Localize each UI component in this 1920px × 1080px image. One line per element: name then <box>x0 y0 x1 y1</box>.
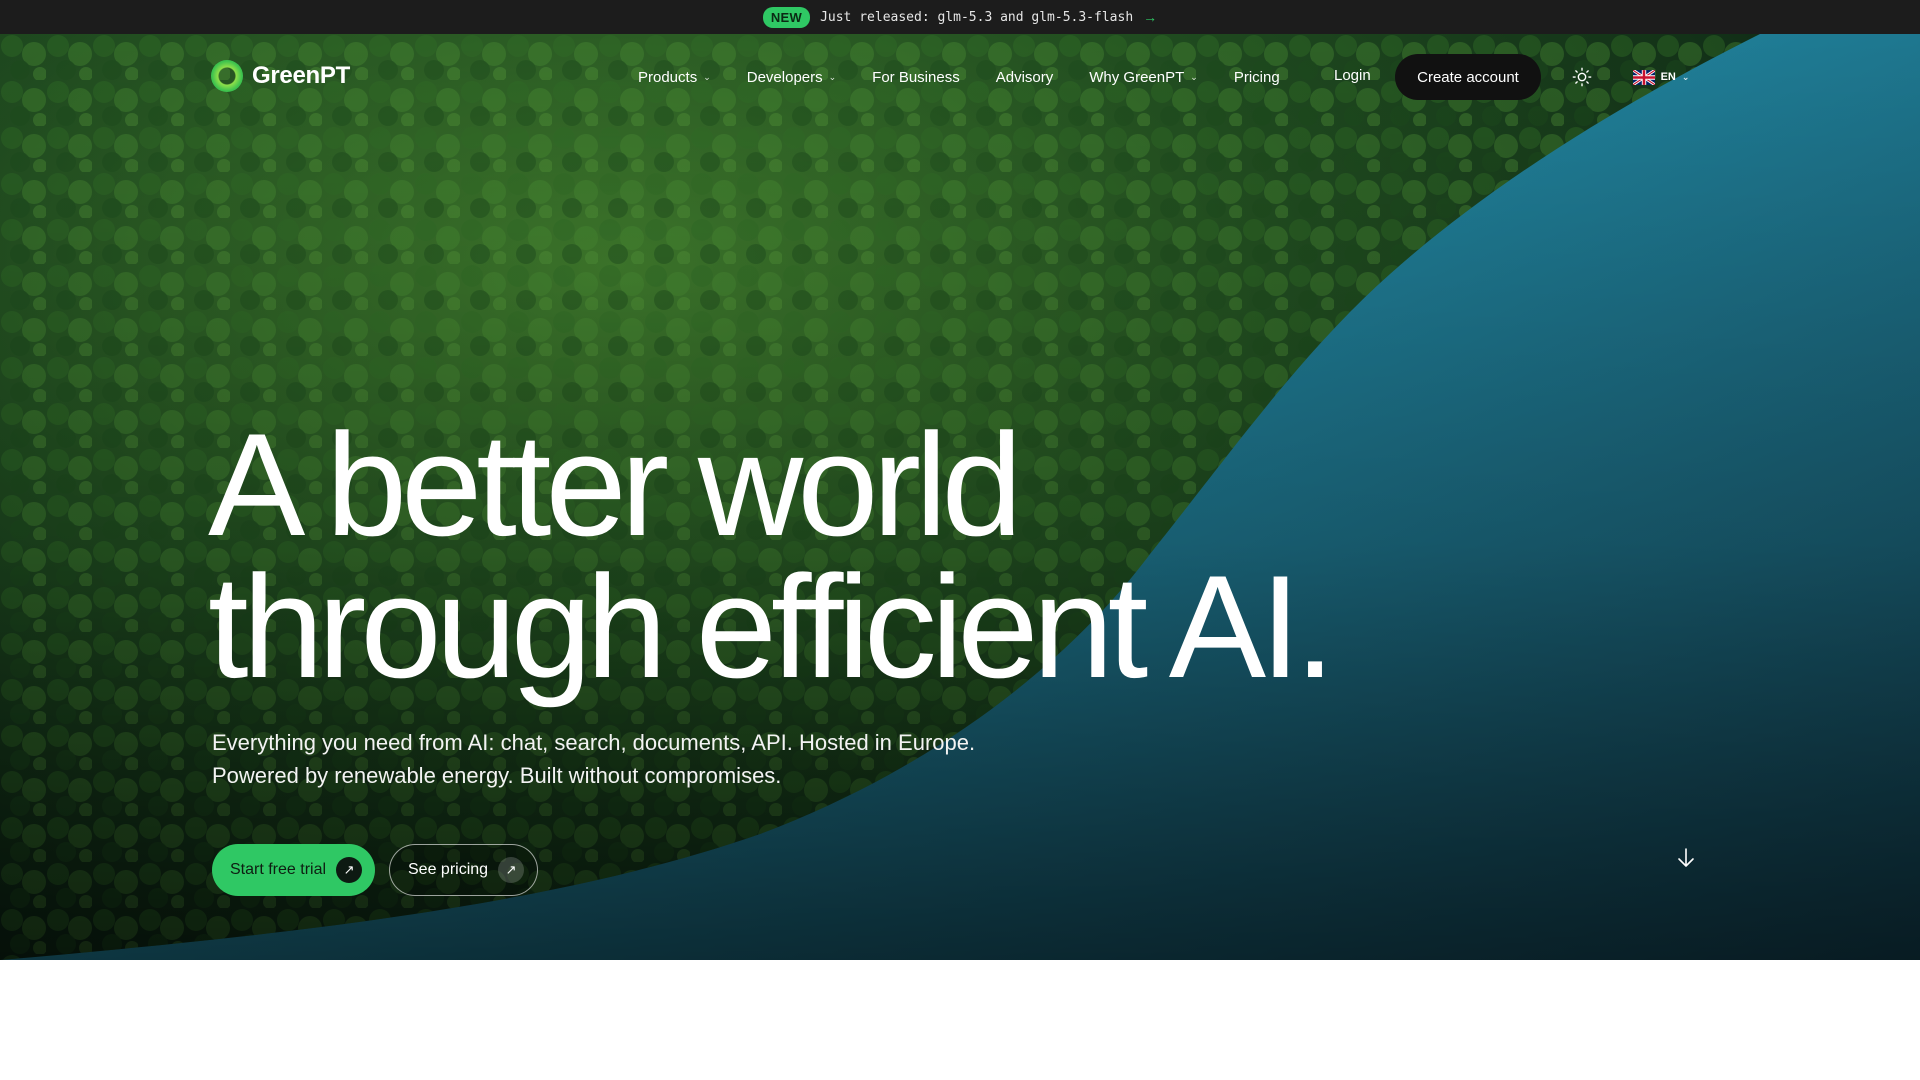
nav-item-pricing[interactable]: Pricing <box>1234 69 1280 86</box>
new-badge: NEW <box>762 6 811 28</box>
hero-subtext: Everything you need from AI: chat, searc… <box>212 726 975 792</box>
arrow-up-right-icon: ↗ <box>336 857 363 883</box>
chevron-down-icon: ⌄ <box>703 71 711 82</box>
see-pricing-button[interactable]: See pricing ↗ <box>389 844 538 896</box>
main-nav: GreenPT Products ⌄ Developers ⌄ For Busi… <box>0 52 1920 102</box>
arrow-up-right-icon: ↗ <box>498 857 525 883</box>
nav-menu: Products ⌄ Developers ⌄ For Business Adv… <box>638 52 1316 102</box>
chevron-down-icon: ⌄ <box>1190 71 1198 82</box>
chevron-down-icon: ⌄ <box>1681 71 1690 82</box>
arrow-right-icon: → <box>1143 9 1158 25</box>
uk-flag-icon <box>1632 69 1655 85</box>
nav-item-label: Developers <box>746 68 823 86</box>
nav-item-label: Why GreenPT <box>1089 68 1185 86</box>
arrow-down-icon[interactable] <box>1674 846 1698 870</box>
nav-item-label: Advisory <box>995 68 1054 86</box>
nav-item-developers[interactable]: Developers ⌄ <box>747 69 836 86</box>
hero-headline: A better world through efficient AI. <box>208 412 1335 700</box>
start-free-trial-label: Start free trial <box>230 861 327 878</box>
announcement-text[interactable]: Just released: glm-5.3 and glm-5.3-flash <box>820 10 1133 25</box>
hero-subtext-line1: Everything you need from AI: chat, searc… <box>212 730 976 755</box>
hero-subtext-line2: Powered by renewable energy. Built witho… <box>212 763 782 788</box>
language-selector[interactable]: EN ⌄ <box>1626 58 1696 96</box>
brand-name: GreenPT <box>252 62 350 89</box>
announcement-bar[interactable]: NEW Just released: glm-5.3 and glm-5.3-f… <box>0 0 1920 34</box>
hero-section: GreenPT Products ⌄ Developers ⌄ For Busi… <box>0 34 1920 960</box>
nav-item-for-business[interactable]: For Business <box>872 69 960 86</box>
nav-item-advisory[interactable]: Advisory <box>996 69 1054 86</box>
start-free-trial-button[interactable]: Start free trial ↗ <box>212 844 375 896</box>
see-pricing-label: See pricing <box>408 861 489 878</box>
chevron-down-icon: ⌄ <box>828 71 837 82</box>
sun-icon[interactable] <box>1571 66 1593 88</box>
create-account-button[interactable]: Create account <box>1395 54 1541 100</box>
nav-item-why-greenpt[interactable]: Why GreenPT ⌄ <box>1089 69 1198 86</box>
brand-logo[interactable]: GreenPT <box>211 60 350 92</box>
nav-item-label: Pricing <box>1233 68 1280 86</box>
nav-item-label: Products <box>638 68 698 86</box>
hero-headline-line2: through efficient AI. <box>208 545 1335 708</box>
login-link[interactable]: Login <box>1334 67 1371 84</box>
hero-headline-line1: A better world <box>208 403 1023 566</box>
nav-item-products[interactable]: Products ⌄ <box>638 69 711 86</box>
logo-ring-icon <box>211 60 243 92</box>
language-code: EN <box>1660 71 1676 83</box>
nav-item-label: For Business <box>872 68 960 86</box>
